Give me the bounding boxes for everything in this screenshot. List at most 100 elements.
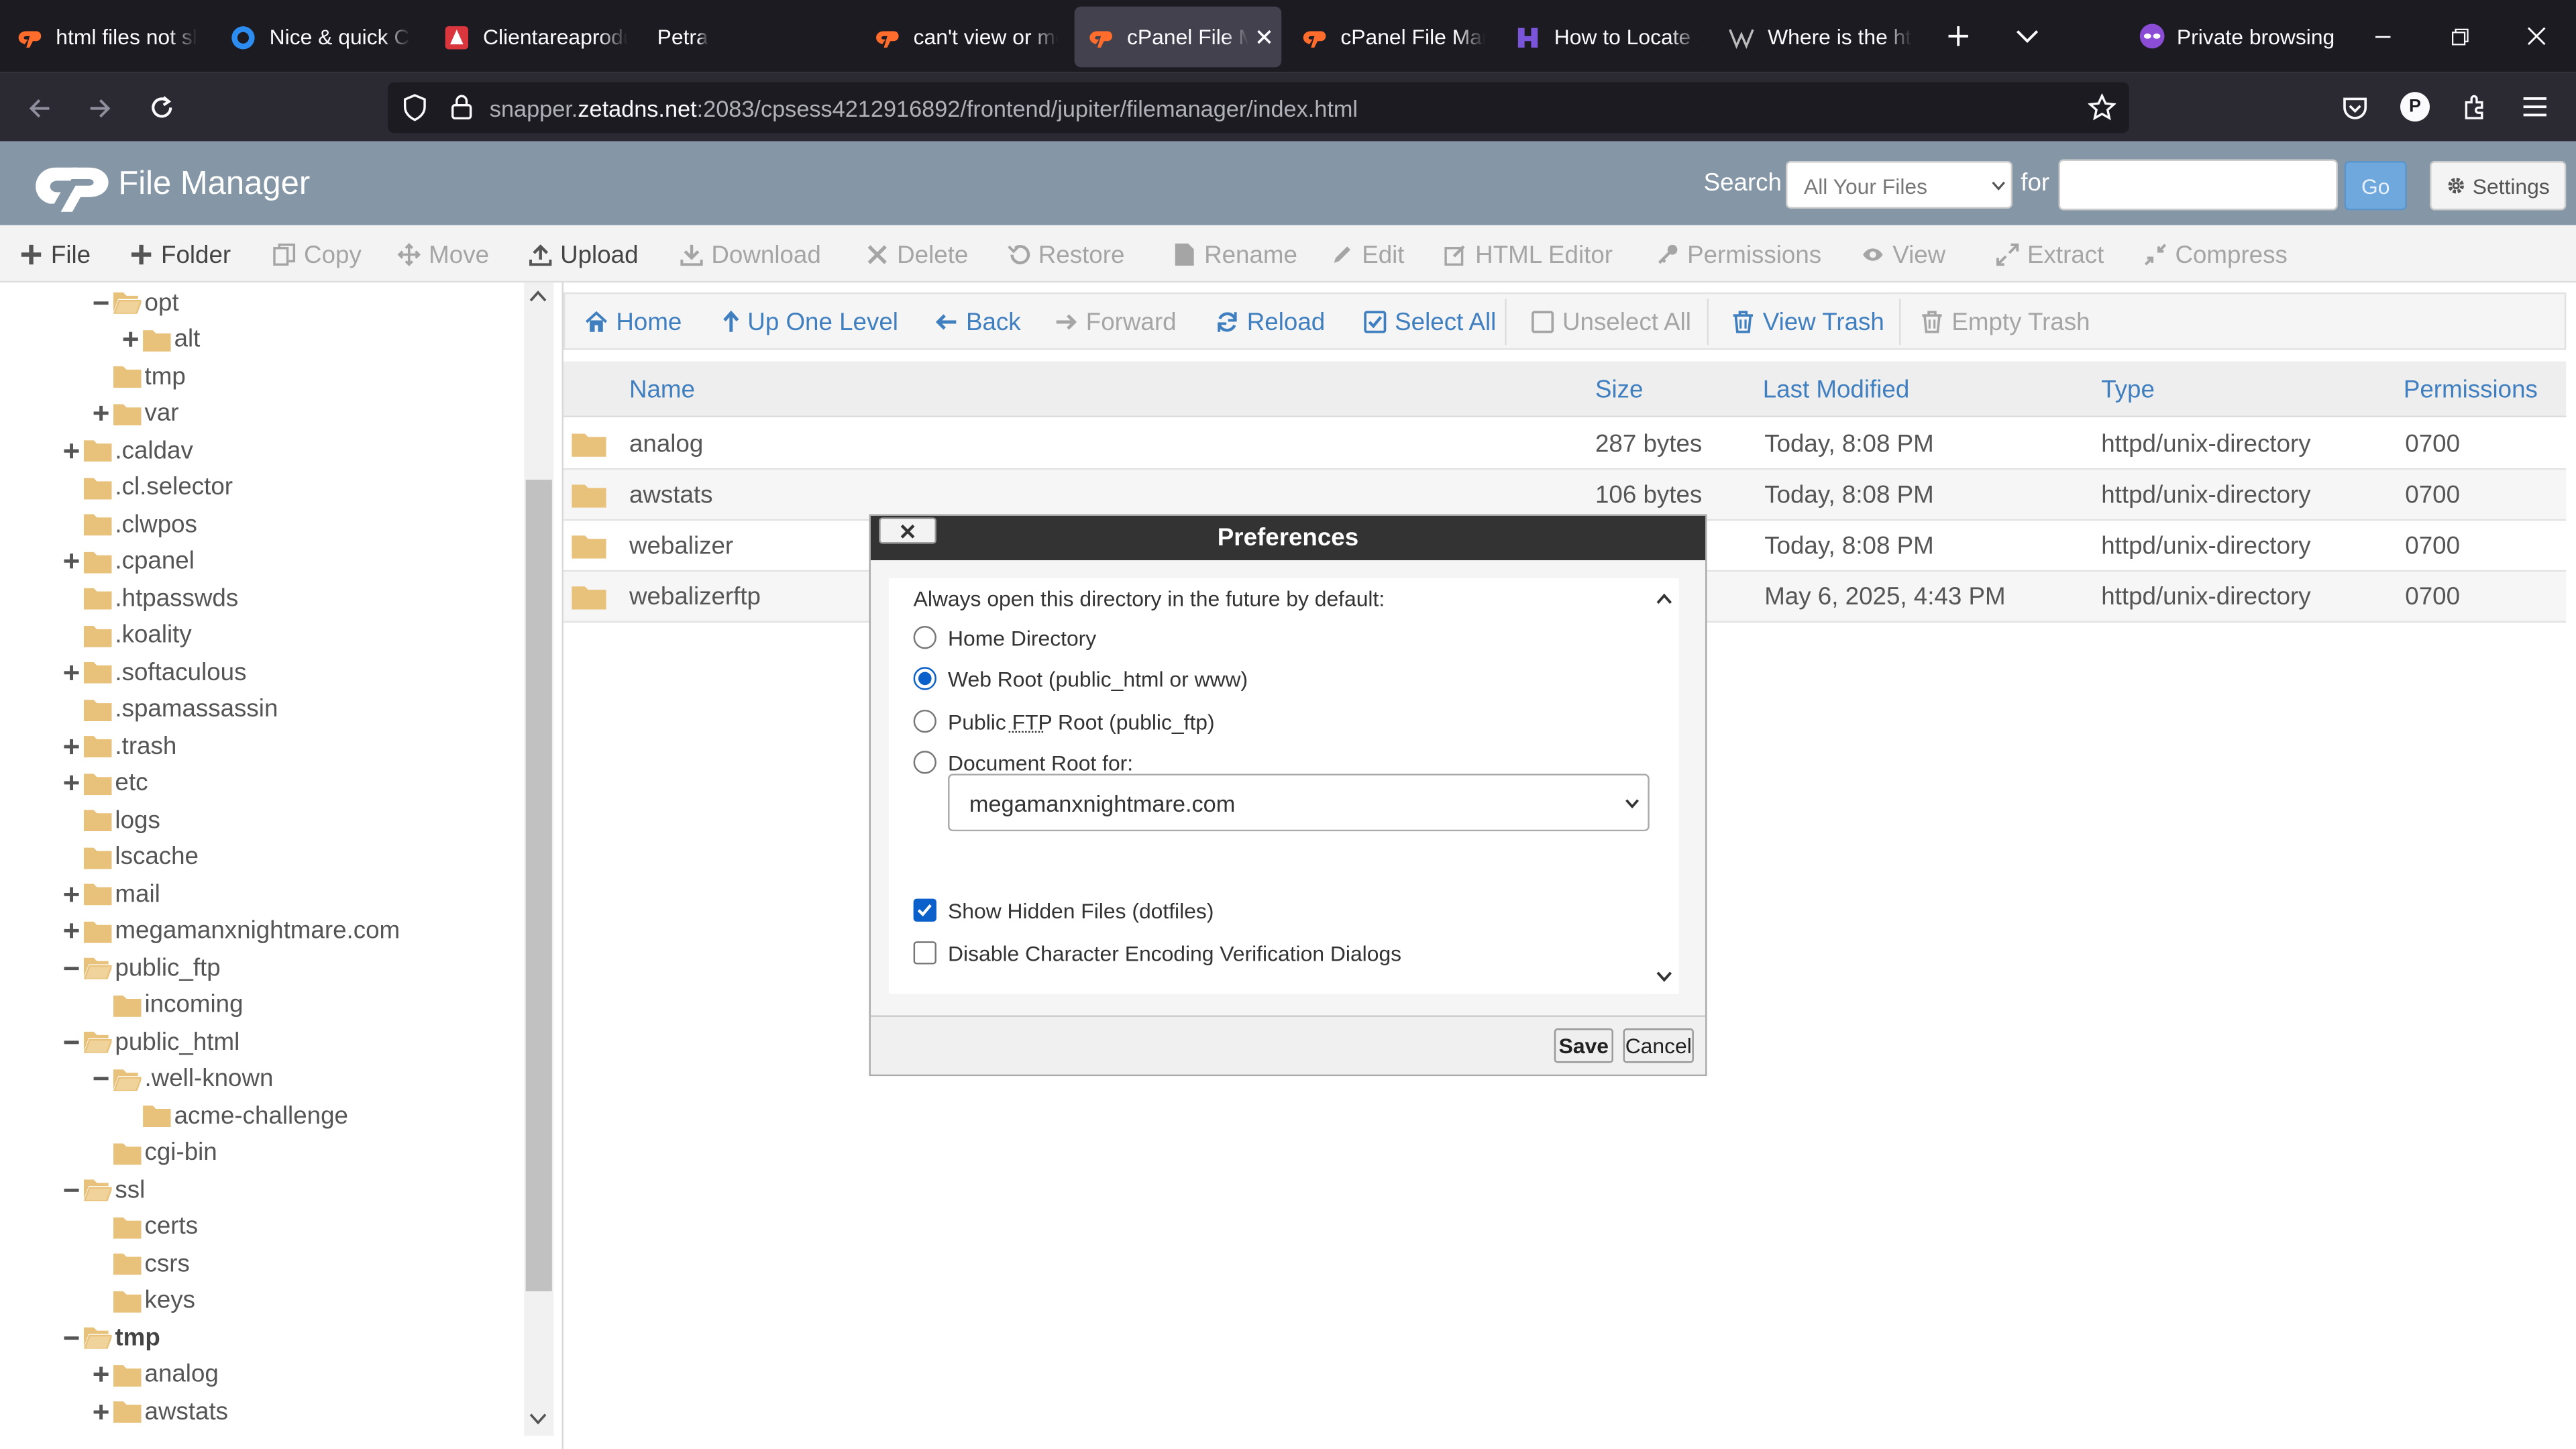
download-button[interactable]: Download <box>680 240 821 270</box>
tree-item[interactable]: .cl.selector <box>62 469 233 505</box>
disable-encoding-label[interactable]: Disable Character Encoding Verification … <box>948 941 1401 966</box>
tree-item[interactable]: lscache <box>62 839 199 875</box>
bookmark-star-icon[interactable] <box>2088 93 2116 122</box>
tree-scrollbar-thumb[interactable] <box>525 480 552 1291</box>
browser-tab-4[interactable]: Petra <box>657 7 838 68</box>
scroll-up-icon[interactable] <box>529 289 547 303</box>
view-trash-button[interactable]: View Trash <box>1731 307 1884 337</box>
url-text[interactable]: snapper.zetadns.net:2083/cpsess421291689… <box>490 95 1358 121</box>
dialog-close-button[interactable] <box>879 517 936 544</box>
restore-files-button[interactable]: Restore <box>1007 240 1124 270</box>
tree-item[interactable]: .koality <box>62 617 192 653</box>
permissions-button[interactable]: Permissions <box>1656 240 1821 270</box>
column-modified-header[interactable]: Last Modified <box>1763 376 1909 405</box>
collapse-icon[interactable] <box>92 293 110 311</box>
select-all-button[interactable]: Select All <box>1364 307 1496 337</box>
tree-item[interactable]: cgi-bin <box>92 1134 217 1171</box>
tree-item[interactable]: .caldav <box>62 432 193 468</box>
view-button[interactable]: View <box>1862 240 1945 270</box>
browser-tab-1[interactable]: html files not sh <box>16 7 197 68</box>
scroll-up-icon[interactable] <box>1656 593 1672 604</box>
chevron-down-icon[interactable] <box>2016 28 2039 44</box>
tree-item[interactable]: awstats <box>92 1393 228 1430</box>
go-button[interactable]: Go <box>2344 161 2407 211</box>
html-editor-button[interactable]: HTML Editor <box>1444 240 1613 270</box>
delete-button[interactable]: Delete <box>866 240 968 270</box>
column-permissions-header[interactable]: Permissions <box>2404 376 2538 405</box>
file-name[interactable]: webalizerftp <box>629 583 761 611</box>
minimize-button[interactable] <box>2345 0 2420 72</box>
copy-button[interactable]: Copy <box>273 240 362 270</box>
restore-button[interactable] <box>2422 0 2498 72</box>
tree-item[interactable]: analog <box>92 1356 219 1393</box>
expand-icon[interactable] <box>62 737 80 755</box>
expand-icon[interactable] <box>92 404 110 422</box>
close-window-button[interactable] <box>2499 0 2575 72</box>
reload-icon[interactable] <box>148 94 176 122</box>
browser-tab-5[interactable]: can't view or mo <box>874 7 1058 68</box>
back-arrow-icon[interactable] <box>26 95 52 121</box>
document-root-radio[interactable] <box>913 751 936 774</box>
browser-tab-2[interactable]: Nice & quick CS <box>230 7 411 68</box>
rename-button[interactable]: Rename <box>1173 240 1297 270</box>
public-ftp-root-label[interactable]: Public FTP Root (public_ftp) <box>948 710 1215 735</box>
expand-icon[interactable] <box>62 663 80 681</box>
tree-item[interactable]: megamanxnightmare.com <box>62 912 400 949</box>
column-name-header[interactable]: Name <box>629 376 695 405</box>
tree-item[interactable]: .htpasswds <box>62 580 238 616</box>
extensions-icon[interactable] <box>2461 94 2489 122</box>
home-directory-radio[interactable] <box>913 626 936 649</box>
web-root-radio[interactable] <box>913 667 936 690</box>
move-button[interactable]: Move <box>397 240 489 270</box>
shield-icon[interactable] <box>402 94 427 122</box>
tree-item[interactable]: opt <box>92 284 179 321</box>
expand-icon[interactable] <box>121 330 140 348</box>
tree-item[interactable]: alt <box>121 321 200 358</box>
public-ftp-root-radio[interactable] <box>913 709 936 733</box>
hamburger-menu-icon[interactable] <box>2522 95 2548 118</box>
tree-item[interactable]: .spamassassin <box>62 691 278 727</box>
browser-tab-active[interactable]: cPanel File M <box>1074 6 1282 68</box>
unselect-all-button[interactable]: Unselect All <box>1531 307 1691 337</box>
compress-button[interactable]: Compress <box>2144 240 2288 270</box>
tree-item[interactable]: var <box>92 395 179 431</box>
tree-item[interactable]: public_ftp <box>62 950 221 986</box>
expand-icon[interactable] <box>62 922 80 940</box>
tree-item[interactable]: etc <box>62 765 148 801</box>
pocket-icon[interactable] <box>2341 94 2369 122</box>
browser-tab-7[interactable]: cPanel File Mana <box>1301 7 1485 68</box>
tree-item[interactable]: .trash <box>62 728 176 764</box>
tree-item[interactable]: acme-challenge <box>121 1097 348 1134</box>
back-button[interactable]: Back <box>934 307 1021 337</box>
home-directory-label[interactable]: Home Directory <box>948 626 1096 651</box>
upload-button[interactable]: Upload <box>529 240 639 270</box>
collapse-icon[interactable] <box>62 1328 80 1346</box>
settings-button[interactable]: Settings <box>2430 161 2567 211</box>
file-name[interactable]: awstats <box>629 482 713 510</box>
search-scope-select[interactable]: All Your Files <box>1786 161 2013 209</box>
new-file-button[interactable]: File <box>19 240 91 270</box>
save-button[interactable]: Save <box>1554 1028 1613 1063</box>
tree-item[interactable]: tmp <box>62 1320 160 1356</box>
expand-icon[interactable] <box>62 885 80 903</box>
tree-item[interactable]: .well-known <box>92 1061 273 1097</box>
file-name[interactable]: analog <box>629 431 703 459</box>
tree-item[interactable]: csrs <box>92 1245 190 1281</box>
new-tab-icon[interactable] <box>1947 25 1970 48</box>
extract-button[interactable]: Extract <box>1996 240 2104 270</box>
scroll-down-icon[interactable] <box>529 1413 547 1426</box>
home-button[interactable]: Home <box>585 307 682 337</box>
forward-button[interactable]: Forward <box>1055 307 1177 337</box>
tree-item[interactable]: incoming <box>92 987 244 1023</box>
up-one-level-button[interactable]: Up One Level <box>723 307 898 337</box>
collapse-icon[interactable] <box>92 1069 110 1087</box>
dialog-scrollbar[interactable] <box>1649 578 1679 994</box>
forward-arrow-icon[interactable] <box>87 95 113 121</box>
column-size-header[interactable]: Size <box>1595 376 1643 405</box>
browser-tab-9[interactable]: Where is the hta <box>1728 7 1913 68</box>
expand-icon[interactable] <box>62 552 80 570</box>
tree-item[interactable]: tmp <box>92 358 186 394</box>
collapse-icon[interactable] <box>62 1181 80 1199</box>
scroll-down-icon[interactable] <box>1656 971 1672 982</box>
column-type-header[interactable]: Type <box>2101 376 2155 405</box>
